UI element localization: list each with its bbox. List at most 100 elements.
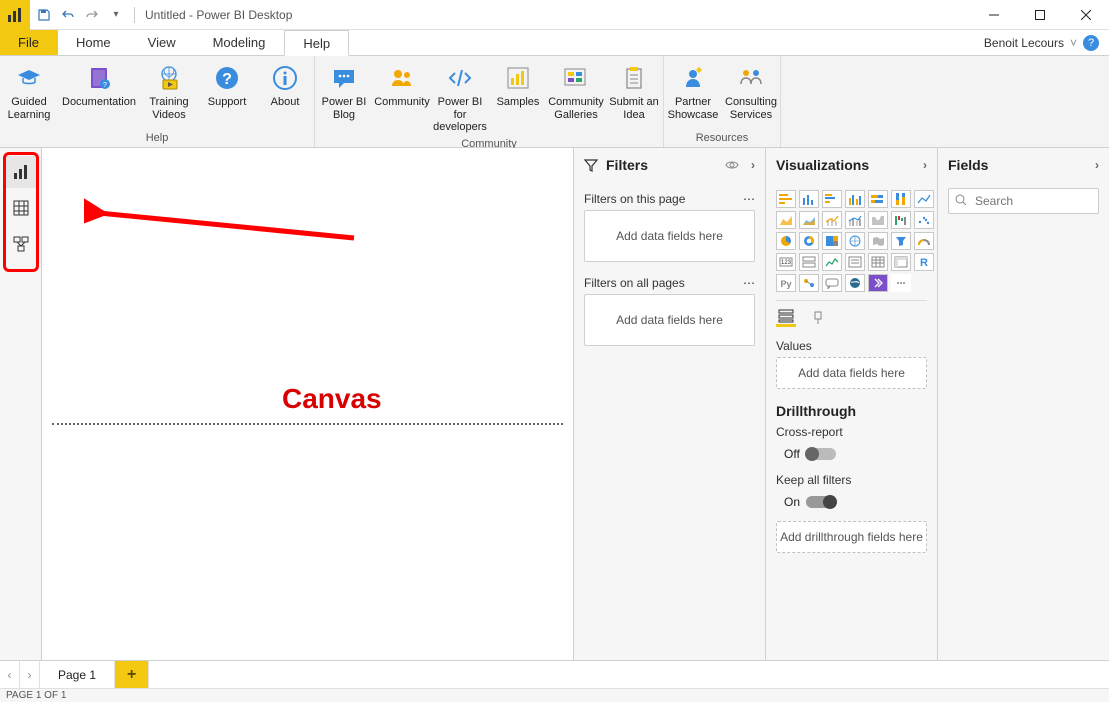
- ribbon: Guided Learning ? Documentation Training…: [0, 56, 1109, 148]
- code-icon: [444, 62, 476, 94]
- user-area[interactable]: Benoit Lecours ˅ ?: [974, 30, 1109, 55]
- viz-scatter[interactable]: [914, 211, 934, 229]
- keep-filters-toggle[interactable]: On: [776, 491, 927, 517]
- ribbon-label: About: [271, 96, 300, 109]
- annotation-highlight: [3, 152, 39, 272]
- graduation-cap-icon: [13, 62, 45, 94]
- more-icon[interactable]: ⋯: [743, 276, 755, 290]
- viz-100-column[interactable]: [891, 190, 911, 208]
- filters-header[interactable]: Filters ›: [574, 148, 765, 182]
- viz-gallery: 123 R Py: [776, 188, 927, 300]
- about-button[interactable]: About: [256, 60, 314, 130]
- viz-r[interactable]: R: [914, 253, 934, 271]
- consulting-services-button[interactable]: Consulting Services: [722, 60, 780, 130]
- drillthrough-dropzone[interactable]: Add drillthrough fields here: [776, 521, 927, 553]
- user-name: Benoit Lecours: [984, 36, 1064, 50]
- book-icon: ?: [83, 62, 115, 94]
- documentation-button[interactable]: ? Documentation: [58, 60, 140, 130]
- close-button[interactable]: [1063, 0, 1109, 30]
- all-pages-filter-dropzone[interactable]: Add data fields here: [584, 294, 755, 346]
- viz-line-column[interactable]: [822, 211, 842, 229]
- tab-modeling[interactable]: Modeling: [195, 30, 285, 55]
- panel-title: Fields: [948, 157, 988, 173]
- viz-stacked-bar[interactable]: [776, 190, 796, 208]
- page-tab-1[interactable]: Page 1: [40, 661, 115, 688]
- viz-key-influencers[interactable]: [799, 274, 819, 292]
- samples-button[interactable]: Samples: [489, 60, 547, 136]
- format-tab[interactable]: [808, 309, 828, 327]
- maximize-button[interactable]: [1017, 0, 1063, 30]
- save-icon[interactable]: [34, 5, 54, 25]
- viz-table[interactable]: [868, 253, 888, 271]
- help-icon[interactable]: ?: [1083, 35, 1099, 51]
- viz-treemap[interactable]: [822, 232, 842, 250]
- undo-icon[interactable]: [58, 5, 78, 25]
- cross-report-label: Cross-report: [776, 425, 927, 439]
- ribbon-label: Submit an Idea: [607, 96, 661, 121]
- viz-funnel[interactable]: [891, 232, 911, 250]
- viz-clustered-column[interactable]: [845, 190, 865, 208]
- fields-tab[interactable]: [776, 309, 796, 327]
- viz-multi-card[interactable]: [799, 253, 819, 271]
- cross-report-toggle[interactable]: Off: [776, 443, 927, 469]
- fields-panel: Fields ›: [937, 148, 1109, 660]
- redo-icon[interactable]: [82, 5, 102, 25]
- viz-waterfall[interactable]: [891, 211, 911, 229]
- visibility-icon[interactable]: [725, 160, 739, 170]
- viz-python[interactable]: Py: [776, 274, 796, 292]
- power-bi-blog-button[interactable]: Power BI Blog: [315, 60, 373, 136]
- report-canvas[interactable]: Canvas: [42, 148, 573, 660]
- values-dropzone[interactable]: Add data fields here: [776, 357, 927, 389]
- canvas-divider: [52, 423, 563, 425]
- viz-donut[interactable]: [799, 232, 819, 250]
- training-videos-button[interactable]: Training Videos: [140, 60, 198, 130]
- page-filter-dropzone[interactable]: Add data fields here: [584, 210, 755, 262]
- page-tabs: ‹ › Page 1 +: [0, 660, 1109, 688]
- viz-arcgis[interactable]: [845, 274, 865, 292]
- viz-filled-map[interactable]: [868, 232, 888, 250]
- guided-learning-button[interactable]: Guided Learning: [0, 60, 58, 130]
- viz-stacked-column[interactable]: [799, 190, 819, 208]
- submit-idea-button[interactable]: Submit an Idea: [605, 60, 663, 136]
- support-button[interactable]: ? Support: [198, 60, 256, 130]
- page-next-button[interactable]: ›: [20, 661, 40, 688]
- viz-line[interactable]: [914, 190, 934, 208]
- fields-header[interactable]: Fields ›: [938, 148, 1109, 182]
- partner-showcase-button[interactable]: Partner Showcase: [664, 60, 722, 130]
- viz-line-clustered[interactable]: [845, 211, 865, 229]
- viz-pie[interactable]: [776, 232, 796, 250]
- community-galleries-button[interactable]: Community Galleries: [547, 60, 605, 136]
- chevron-right-icon[interactable]: ›: [751, 158, 755, 172]
- power-bi-developers-button[interactable]: Power BI for developers: [431, 60, 489, 136]
- viz-area[interactable]: [776, 211, 796, 229]
- viz-import[interactable]: [891, 274, 911, 292]
- minimize-button[interactable]: [971, 0, 1017, 30]
- viz-powerapps[interactable]: [868, 274, 888, 292]
- viz-100-bar[interactable]: [868, 190, 888, 208]
- window-controls: [971, 0, 1109, 30]
- viz-kpi[interactable]: [822, 253, 842, 271]
- svg-text:123: 123: [781, 260, 792, 266]
- viz-stacked-area[interactable]: [799, 211, 819, 229]
- qat-dropdown-icon[interactable]: ▾: [106, 5, 126, 25]
- tab-view[interactable]: View: [130, 30, 195, 55]
- viz-map[interactable]: [845, 232, 865, 250]
- viz-card[interactable]: 123: [776, 253, 796, 271]
- viz-gauge[interactable]: [914, 232, 934, 250]
- viz-header[interactable]: Visualizations ›: [766, 148, 937, 182]
- tab-file[interactable]: File: [0, 30, 58, 55]
- chevron-right-icon[interactable]: ›: [1095, 158, 1099, 172]
- more-icon[interactable]: ⋯: [743, 192, 755, 206]
- viz-matrix[interactable]: [891, 253, 911, 271]
- search-input[interactable]: [948, 188, 1099, 214]
- viz-clustered-bar[interactable]: [822, 190, 842, 208]
- add-page-button[interactable]: +: [115, 661, 149, 688]
- viz-ribbon[interactable]: [868, 211, 888, 229]
- tab-help[interactable]: Help: [284, 30, 349, 56]
- viz-slicer[interactable]: [845, 253, 865, 271]
- viz-qa[interactable]: [822, 274, 842, 292]
- chevron-right-icon[interactable]: ›: [923, 158, 927, 172]
- community-button[interactable]: Community: [373, 60, 431, 136]
- tab-home[interactable]: Home: [58, 30, 130, 55]
- page-prev-button[interactable]: ‹: [0, 661, 20, 688]
